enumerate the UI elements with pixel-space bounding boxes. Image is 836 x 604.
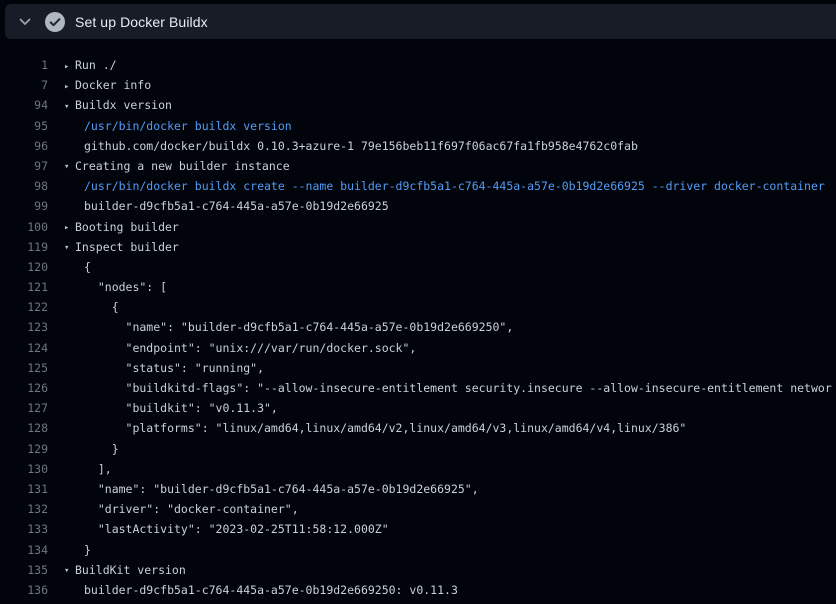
triangle-down-icon[interactable]: ▾ (64, 97, 75, 116)
log-viewer: 1 ▸Run ./ 7 ▸Docker info 94 ▾Buildx vers… (0, 39, 836, 600)
line-number[interactable]: 132 (0, 499, 48, 519)
line-number[interactable]: 119 (0, 237, 48, 257)
triangle-right-icon[interactable]: ▸ (64, 57, 75, 76)
log-output-line: 136 builder-d9cfb5a1-c764-445a-a57e-0b19… (0, 580, 836, 600)
step-header[interactable]: Set up Docker Buildx (5, 4, 836, 39)
log-output-line: 126 "buildkitd-flags": "--allow-insecure… (0, 378, 836, 398)
check-circle-icon (45, 12, 65, 32)
log-output-line: 96 github.com/docker/buildx 0.10.3+azure… (0, 136, 836, 156)
line-text[interactable]: ▸Run ./ (48, 55, 836, 75)
log-group-line: 119 ▾Inspect builder (0, 237, 836, 257)
log-group-line: 135 ▾BuildKit version (0, 560, 836, 580)
log-output-line: 121 "nodes": [ (0, 277, 836, 297)
log-output-line: 131 "name": "builder-d9cfb5a1-c764-445a-… (0, 479, 836, 499)
triangle-right-icon[interactable]: ▸ (64, 218, 75, 237)
triangle-down-icon[interactable]: ▾ (64, 238, 75, 257)
log-output-line: 120 { (0, 257, 836, 277)
line-text: "name": "builder-d9cfb5a1-c764-445a-a57e… (48, 317, 836, 337)
log-output-line: 99 builder-d9cfb5a1-c764-445a-a57e-0b19d… (0, 196, 836, 216)
line-text: "name": "builder-d9cfb5a1-c764-445a-a57e… (48, 479, 836, 499)
line-text: "lastActivity": "2023-02-25T11:58:12.000… (48, 519, 836, 539)
line-number[interactable]: 129 (0, 439, 48, 459)
line-text: /usr/bin/docker buildx create --name bui… (48, 176, 836, 196)
line-text: { (48, 257, 836, 277)
line-text: "endpoint": "unix:///var/run/docker.sock… (48, 338, 836, 358)
log-output-line: 127 "buildkit": "v0.11.3", (0, 398, 836, 418)
line-number[interactable]: 126 (0, 378, 48, 398)
line-number[interactable]: 131 (0, 479, 48, 499)
line-number[interactable]: 122 (0, 297, 48, 317)
step-title: Set up Docker Buildx (75, 14, 208, 30)
log-command-line: 98 /usr/bin/docker buildx create --name … (0, 176, 836, 196)
line-number[interactable]: 100 (0, 217, 48, 237)
triangle-down-icon[interactable]: ▾ (64, 561, 75, 580)
line-text: "driver": "docker-container", (48, 499, 836, 519)
line-text[interactable]: ▾Creating a new builder instance (48, 156, 836, 176)
line-text: ], (48, 459, 836, 479)
line-number[interactable]: 123 (0, 317, 48, 337)
line-number[interactable]: 125 (0, 358, 48, 378)
line-number[interactable]: 7 (0, 75, 48, 95)
triangle-right-icon[interactable]: ▸ (64, 77, 75, 96)
line-text: { (48, 297, 836, 317)
line-number[interactable]: 95 (0, 116, 48, 136)
line-text[interactable]: ▸Booting builder (48, 217, 836, 237)
line-number[interactable]: 121 (0, 277, 48, 297)
line-number[interactable]: 99 (0, 196, 48, 216)
line-text: } (48, 439, 836, 459)
line-text[interactable]: ▾Buildx version (48, 95, 836, 115)
line-text[interactable]: ▾Inspect builder (48, 237, 836, 257)
log-group-line: 1 ▸Run ./ (0, 55, 836, 75)
line-number[interactable]: 136 (0, 580, 48, 600)
line-number[interactable]: 133 (0, 519, 48, 539)
log-output-line: 123 "name": "builder-d9cfb5a1-c764-445a-… (0, 317, 836, 337)
log-command-line: 95 /usr/bin/docker buildx version (0, 116, 836, 136)
line-text: } (48, 540, 836, 560)
log-output-line: 128 "platforms": "linux/amd64,linux/amd6… (0, 418, 836, 438)
chevron-down-icon[interactable] (19, 18, 31, 26)
log-output-line: 134 } (0, 540, 836, 560)
line-number[interactable]: 97 (0, 156, 48, 176)
log-group-line: 94 ▾Buildx version (0, 95, 836, 115)
log-output-line: 125 "status": "running", (0, 358, 836, 378)
line-number[interactable]: 120 (0, 257, 48, 277)
log-output-line: 130 ], (0, 459, 836, 479)
line-text: builder-d9cfb5a1-c764-445a-a57e-0b19d2e6… (48, 580, 836, 600)
line-number[interactable]: 134 (0, 540, 48, 560)
line-text: /usr/bin/docker buildx version (48, 116, 836, 136)
log-output-line: 133 "lastActivity": "2023-02-25T11:58:12… (0, 519, 836, 539)
line-number[interactable]: 94 (0, 95, 48, 115)
line-text: "buildkit": "v0.11.3", (48, 398, 836, 418)
line-text[interactable]: ▾BuildKit version (48, 560, 836, 580)
log-output-line: 122 { (0, 297, 836, 317)
line-text: builder-d9cfb5a1-c764-445a-a57e-0b19d2e6… (48, 196, 836, 216)
triangle-down-icon[interactable]: ▾ (64, 157, 75, 176)
log-group-line: 100 ▸Booting builder (0, 217, 836, 237)
line-number[interactable]: 124 (0, 338, 48, 358)
log-output-line: 129 } (0, 439, 836, 459)
line-number[interactable]: 135 (0, 560, 48, 580)
line-number[interactable]: 128 (0, 418, 48, 438)
line-text: "platforms": "linux/amd64,linux/amd64/v2… (48, 418, 836, 438)
line-text[interactable]: ▸Docker info (48, 75, 836, 95)
line-number[interactable]: 98 (0, 176, 48, 196)
log-output-line: 132 "driver": "docker-container", (0, 499, 836, 519)
line-number[interactable]: 127 (0, 398, 48, 418)
log-group-line: 97 ▾Creating a new builder instance (0, 156, 836, 176)
line-number[interactable]: 96 (0, 136, 48, 156)
log-group-line: 7 ▸Docker info (0, 75, 836, 95)
line-number[interactable]: 1 (0, 55, 48, 75)
line-text: github.com/docker/buildx 0.10.3+azure-1 … (48, 136, 836, 156)
line-text: "nodes": [ (48, 277, 836, 297)
line-text: "buildkitd-flags": "--allow-insecure-ent… (48, 378, 836, 398)
log-output-line: 124 "endpoint": "unix:///var/run/docker.… (0, 338, 836, 358)
line-number[interactable]: 130 (0, 459, 48, 479)
line-text: "status": "running", (48, 358, 836, 378)
